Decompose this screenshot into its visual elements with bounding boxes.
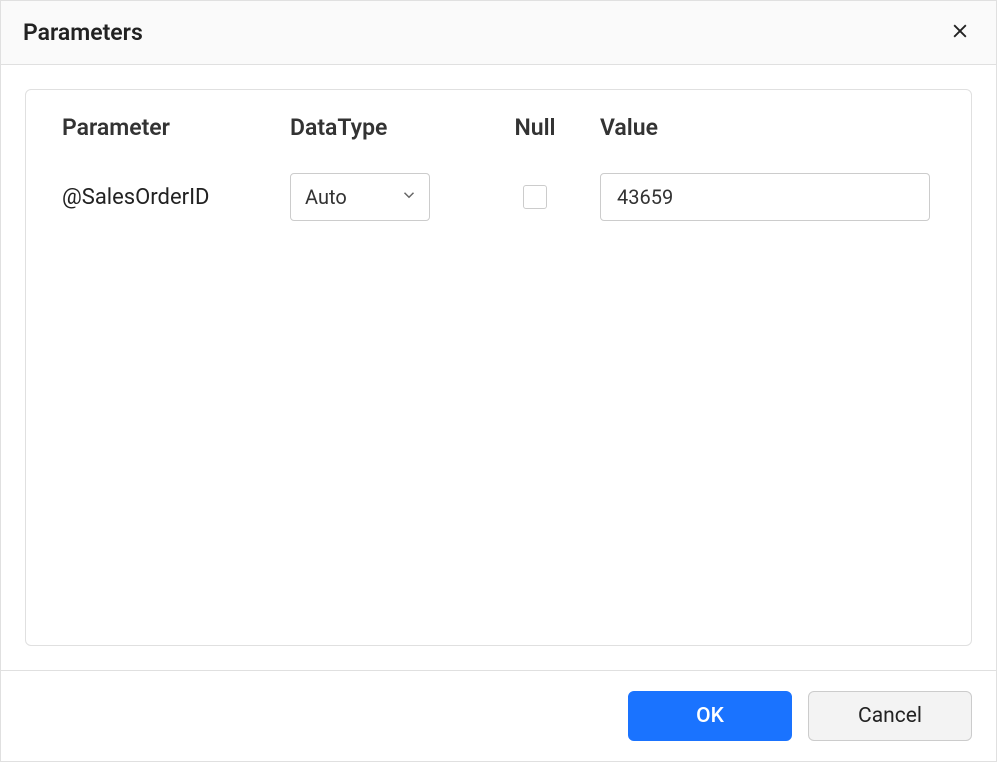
column-header-parameter: Parameter [62, 114, 290, 173]
dialog-title: Parameters [23, 19, 143, 46]
column-header-null: Null [470, 114, 600, 173]
parameters-panel: Parameter DataType Null Value @SalesOrde… [25, 89, 972, 646]
column-header-datatype: DataType [290, 114, 470, 173]
value-input[interactable] [600, 173, 930, 221]
ok-button[interactable]: OK [628, 691, 792, 741]
parameters-dialog: Parameters Parameter DataType Null Value… [0, 0, 997, 762]
value-cell [600, 173, 935, 221]
dialog-header: Parameters [1, 1, 996, 65]
datatype-selected-value: Auto [305, 185, 347, 209]
close-icon [950, 21, 970, 44]
dialog-footer: OK Cancel [1, 670, 996, 761]
column-header-value: Value [600, 114, 935, 173]
datatype-select-wrapper: Auto [290, 173, 430, 221]
null-cell [470, 185, 600, 209]
parameter-name: @SalesOrderID [62, 185, 290, 210]
null-checkbox[interactable] [523, 185, 547, 209]
dialog-body: Parameter DataType Null Value @SalesOrde… [1, 65, 996, 670]
datatype-select[interactable]: Auto [290, 173, 430, 221]
close-button[interactable] [946, 17, 974, 48]
parameters-grid: Parameter DataType Null Value @SalesOrde… [62, 114, 935, 221]
cancel-button[interactable]: Cancel [808, 691, 972, 741]
